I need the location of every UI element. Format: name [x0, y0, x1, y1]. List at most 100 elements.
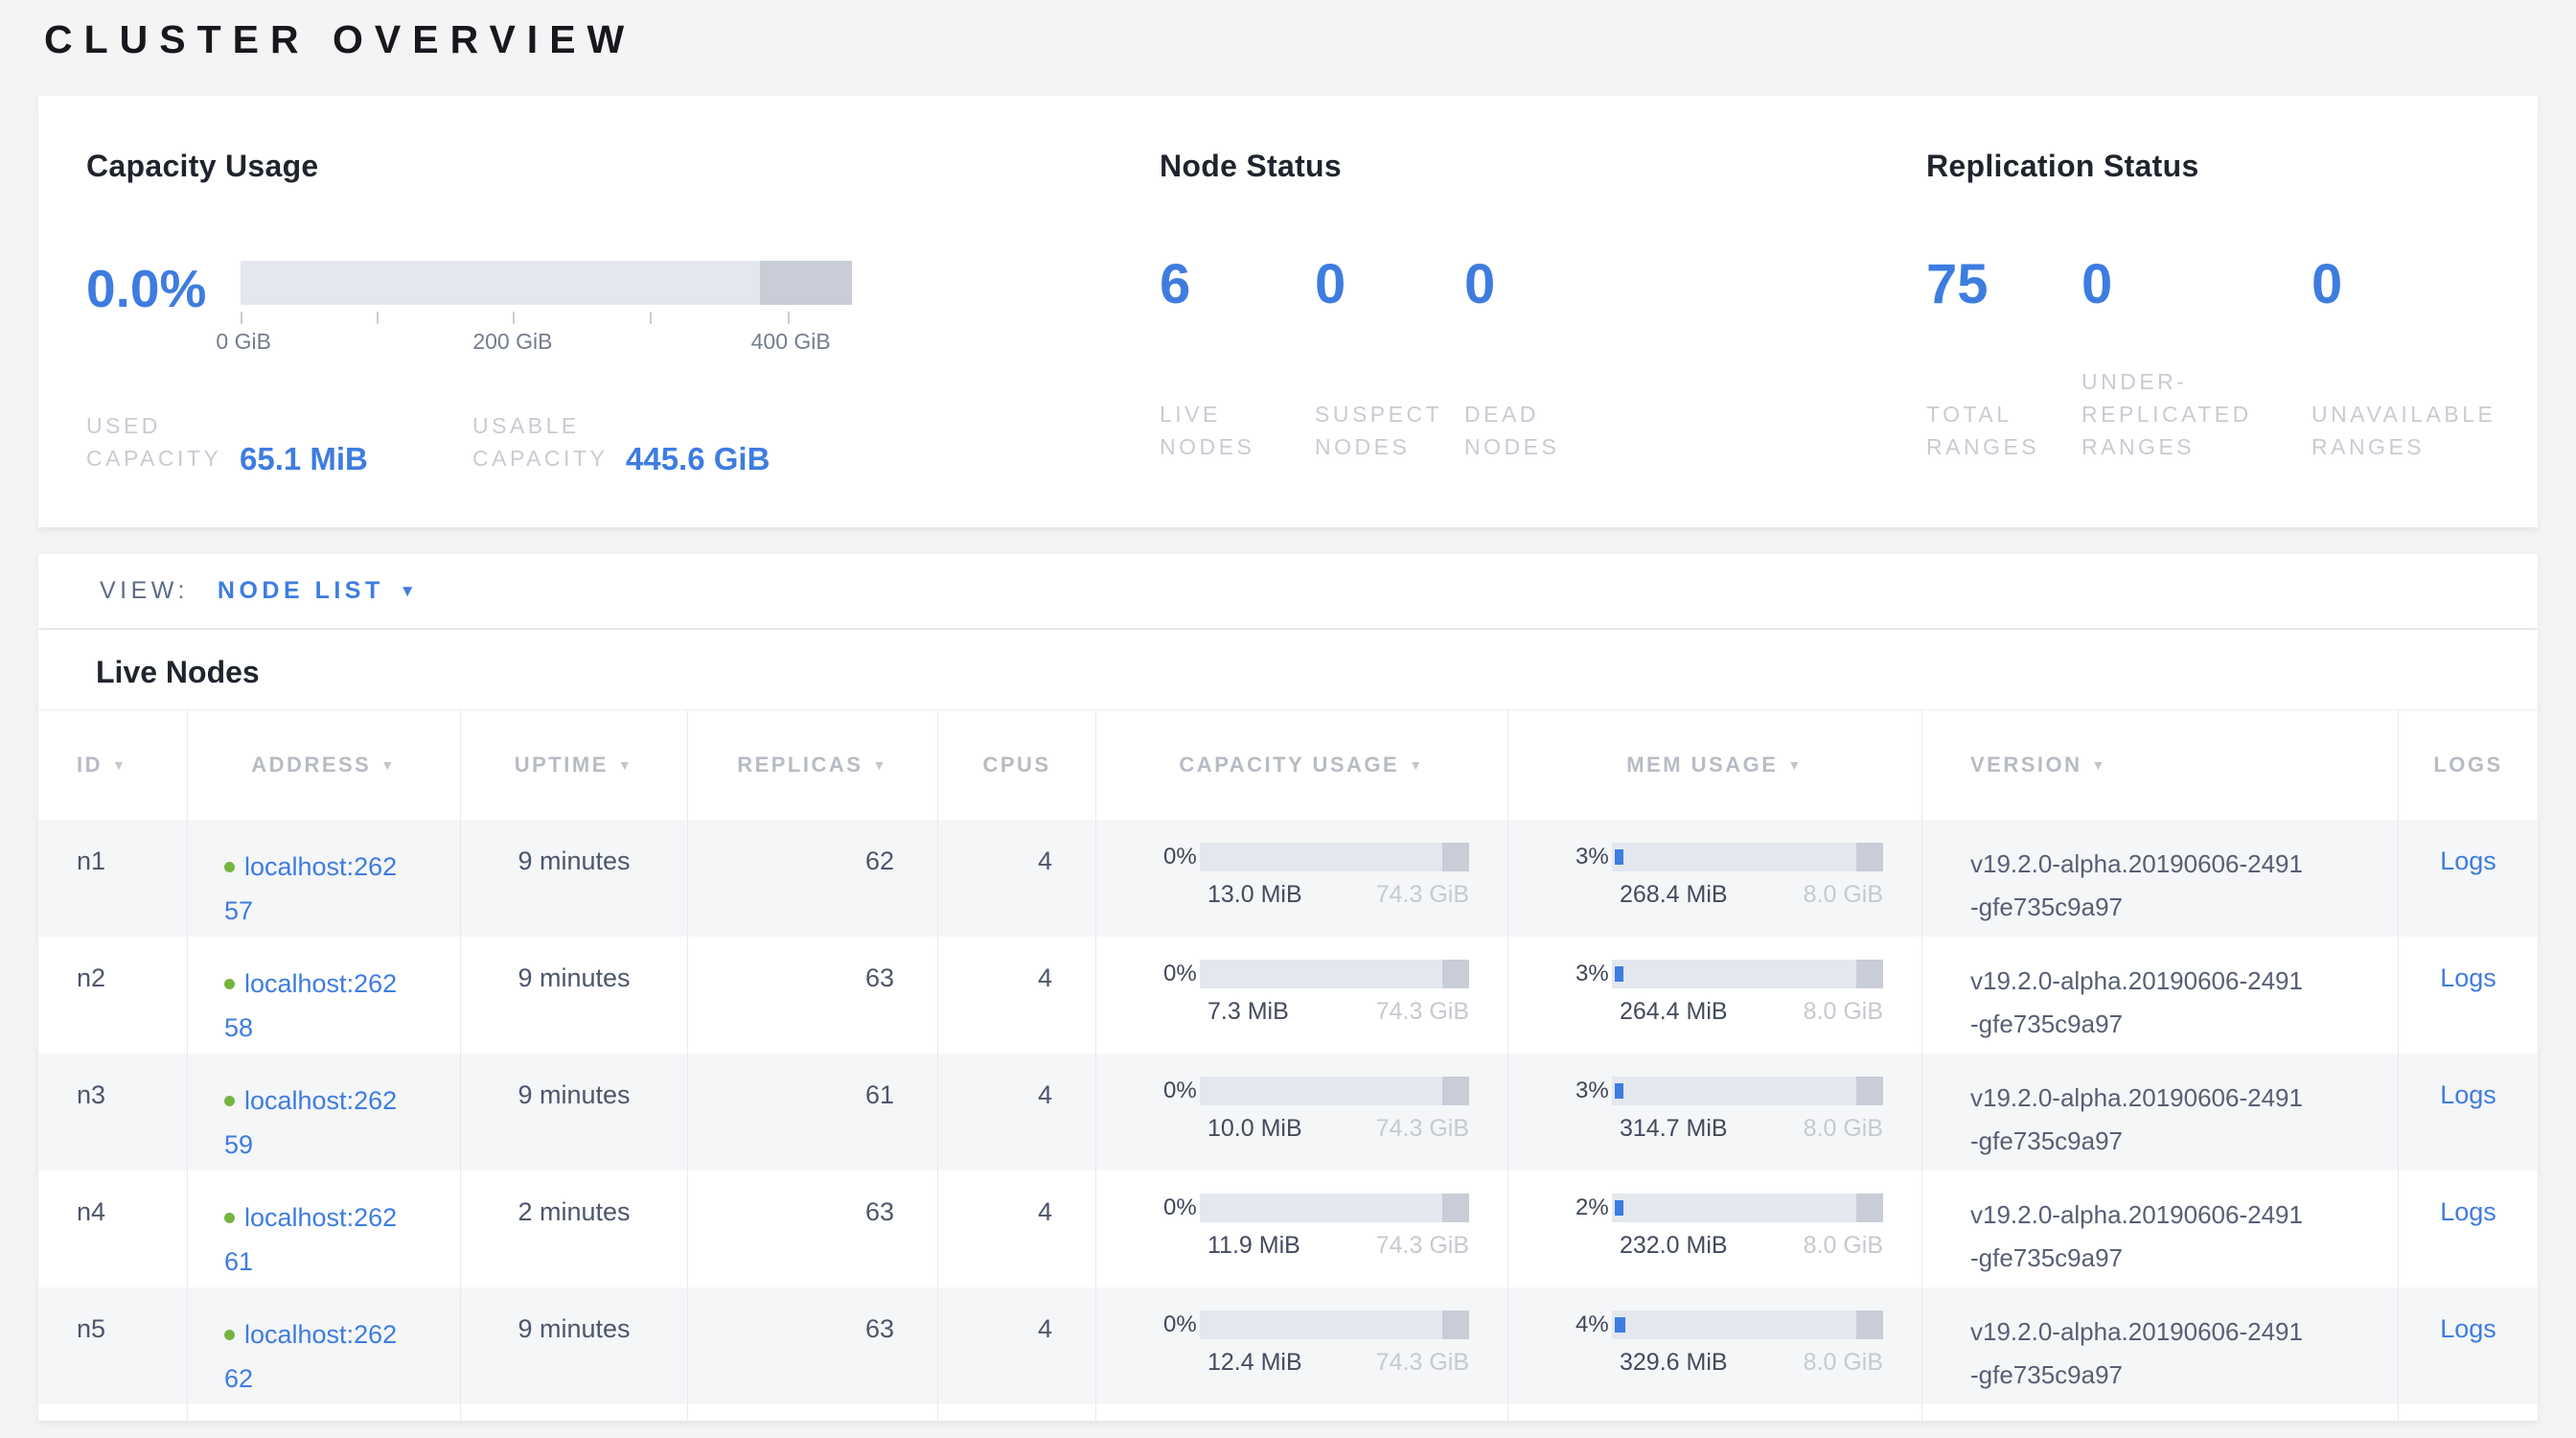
- uptime-cell: 9 minutes: [461, 937, 688, 1054]
- sort-arrow-icon: ▼: [1409, 757, 1424, 773]
- capacity-used-value: 10.0 MiB: [1208, 1115, 1302, 1143]
- node-address-link[interactable]: localhost:26257: [224, 852, 397, 925]
- version-cell: v19.2.0-alpha.20190606-2491-gfe735c9a97: [1922, 1171, 2399, 1287]
- column-header-mem-usage[interactable]: MEM USAGE▼: [1508, 710, 1922, 820]
- capacity-bar-endcap: [1442, 1194, 1469, 1222]
- mem-usage-cell: 3% 314.7 MiB 8.0 GiB: [1508, 1054, 1922, 1171]
- node-address-link[interactable]: localhost:26261: [224, 1203, 397, 1276]
- capacity-usage-cell: 0% 10.0 MiB 74.3 GiB: [1096, 1054, 1508, 1171]
- capacity-usage-bar: [1200, 1194, 1469, 1222]
- table-row: n2 localhost:26258 9 minutes 63 4 0% 7.3…: [38, 937, 2538, 1054]
- node-address-cell: localhost:26257: [188, 820, 461, 937]
- capacity-usage-cell: 0% 11.9 MiB 74.3 GiB: [1096, 1171, 1508, 1287]
- mem-used-value: 232.0 MiB: [1620, 1232, 1728, 1260]
- column-header-capacity-usage[interactable]: CAPACITY USAGE▼: [1096, 710, 1508, 820]
- mem-percent: 3%: [1576, 844, 1612, 870]
- live-nodes-label: LIVE NODES: [1160, 398, 1294, 463]
- mem-bar-endcap: [1856, 843, 1883, 871]
- page-title: CLUSTER OVERVIEW: [44, 17, 635, 62]
- usable-capacity-value: 445.6 GiB: [626, 441, 770, 477]
- column-header-uptime[interactable]: UPTIME▼: [461, 710, 688, 820]
- mem-bar-endcap: [1856, 960, 1883, 988]
- dead-nodes-stat: 0 DEAD NODES: [1464, 256, 1598, 463]
- replication-status-section: Replication Status 75 TOTAL RANGES 0 UND…: [1926, 149, 2538, 518]
- mem-usage-bar: [1612, 960, 1883, 988]
- total-ranges-stat: 75 TOTAL RANGES: [1926, 256, 2060, 463]
- suspect-nodes-count: 0: [1315, 256, 1449, 313]
- used-capacity-stat: USED CAPACITY 65.1 MiB: [86, 409, 368, 475]
- logs-link[interactable]: Logs: [2440, 1314, 2496, 1343]
- version-text: v19.2.0-alpha.20190606-2491-gfe735c9a97: [1970, 1194, 2311, 1280]
- live-nodes-stat: 6 LIVE NODES: [1160, 256, 1294, 463]
- capacity-axis-ticks: [241, 312, 852, 325]
- capacity-usage-cell: 0% 7.3 MiB 74.3 GiB: [1096, 937, 1508, 1054]
- capacity-bar-endcap: [1442, 1077, 1469, 1105]
- logs-cell: Logs: [2399, 1287, 2538, 1404]
- total-ranges-count: 75: [1926, 256, 2060, 313]
- sort-arrow-icon: ▼: [872, 757, 887, 773]
- mem-percent: 3%: [1576, 1078, 1612, 1104]
- logs-link[interactable]: Logs: [2440, 1080, 2496, 1109]
- capacity-usage-chart: 0.0% 0 GiB 200 GiB 400 GiB: [86, 256, 949, 381]
- live-nodes-title: Live Nodes: [96, 655, 260, 690]
- usable-capacity-label: USABLE CAPACITY: [472, 409, 616, 475]
- cpus-cell: 4: [938, 937, 1096, 1054]
- capacity-usage-title: Capacity Usage: [86, 149, 1121, 184]
- mem-bar-fill: [1615, 966, 1623, 982]
- mem-usage-bar: [1612, 843, 1883, 871]
- capacity-bar-endcap: [1442, 1310, 1469, 1339]
- table-row: n3 localhost:26259 9 minutes 61 4 0% 10.…: [38, 1054, 2538, 1171]
- column-header-id[interactable]: ID▼: [38, 710, 188, 820]
- replicas-cell: 63: [688, 937, 938, 1054]
- capacity-usage-section: Capacity Usage 0.0% 0 GiB 200 GiB 400 Gi…: [86, 149, 1121, 518]
- logs-cell: Logs: [2399, 1054, 2538, 1171]
- mem-used-value: 268.4 MiB: [1620, 881, 1728, 909]
- mem-total-value: 8.0 GiB: [1804, 1115, 1883, 1143]
- replication-status-title: Replication Status: [1926, 149, 2538, 184]
- live-status-dot-icon: [224, 1096, 235, 1106]
- node-list-dropdown[interactable]: NODE LIST ▼: [218, 577, 420, 605]
- node-address-link[interactable]: localhost:26258: [224, 969, 397, 1042]
- capacity-usage-cell: 0% 12.4 MiB 74.3 GiB: [1096, 1287, 1508, 1404]
- usable-capacity-stat: USABLE CAPACITY 445.6 GiB: [472, 409, 770, 475]
- mem-total-value: 8.0 GiB: [1804, 1349, 1883, 1377]
- capacity-percent: 0%: [1163, 844, 1200, 870]
- mem-percent: 3%: [1576, 961, 1612, 987]
- column-header-replicas[interactable]: REPLICAS▼: [688, 710, 938, 820]
- logs-link[interactable]: Logs: [2440, 847, 2496, 875]
- column-header-version[interactable]: VERSION▼: [1922, 710, 2399, 820]
- capacity-percent: 0%: [1163, 1194, 1200, 1221]
- mem-usage-cell: 4% 329.6 MiB 8.0 GiB: [1508, 1287, 1922, 1404]
- capacity-bar-endcap: [1442, 960, 1469, 988]
- node-list-dropdown-value: NODE LIST: [218, 577, 384, 605]
- mem-bar-fill: [1615, 849, 1623, 865]
- node-address-cell: localhost:26258: [188, 937, 461, 1054]
- mem-total-value: 8.0 GiB: [1804, 881, 1883, 909]
- logs-cell: Logs: [2399, 937, 2538, 1054]
- sort-arrow-icon: ▼: [1787, 757, 1803, 773]
- mem-usage-cell: 3% 264.4 MiB 8.0 GiB: [1508, 937, 1922, 1054]
- live-status-dot-icon: [224, 1330, 235, 1340]
- node-address-link[interactable]: localhost:26262: [224, 1320, 397, 1393]
- sort-arrow-icon: ▼: [380, 757, 396, 773]
- axis-label-400gib: 400 GiB: [751, 329, 831, 355]
- mem-usage-bar: [1612, 1077, 1883, 1105]
- replicas-cell: 63: [688, 1171, 938, 1287]
- column-header-address[interactable]: ADDRESS▼: [188, 710, 461, 820]
- node-address-link[interactable]: localhost:26259: [224, 1086, 397, 1159]
- version-cell: v19.2.0-alpha.20190606-2491-gfe735c9a97: [1922, 1287, 2399, 1404]
- version-text: v19.2.0-alpha.20190606-2491-gfe735c9a97: [1970, 843, 2311, 929]
- capacity-usage-cell: 0% 13.0 MiB 74.3 GiB: [1096, 820, 1508, 937]
- capacity-usage-bar: [241, 261, 852, 305]
- unavailable-ranges-stat: 0 UNAVAILABLE RANGES: [2312, 256, 2513, 463]
- logs-link[interactable]: Logs: [2440, 963, 2496, 992]
- logs-link[interactable]: Logs: [2440, 1197, 2496, 1226]
- version-cell: v19.2.0-alpha.20190606-2491-gfe735c9a97: [1922, 937, 2399, 1054]
- version-cell: v19.2.0-alpha.20190606-2491-gfe735c9a97: [1922, 820, 2399, 937]
- capacity-usage-bar: [1200, 1077, 1469, 1105]
- sort-arrow-icon: ▼: [618, 757, 633, 773]
- view-selector-bar: VIEW: NODE LIST ▼: [38, 554, 2538, 628]
- total-ranges-label: TOTAL RANGES: [1926, 398, 2060, 463]
- capacity-total-value: 74.3 GiB: [1376, 1232, 1469, 1260]
- dead-nodes-label: DEAD NODES: [1464, 398, 1598, 463]
